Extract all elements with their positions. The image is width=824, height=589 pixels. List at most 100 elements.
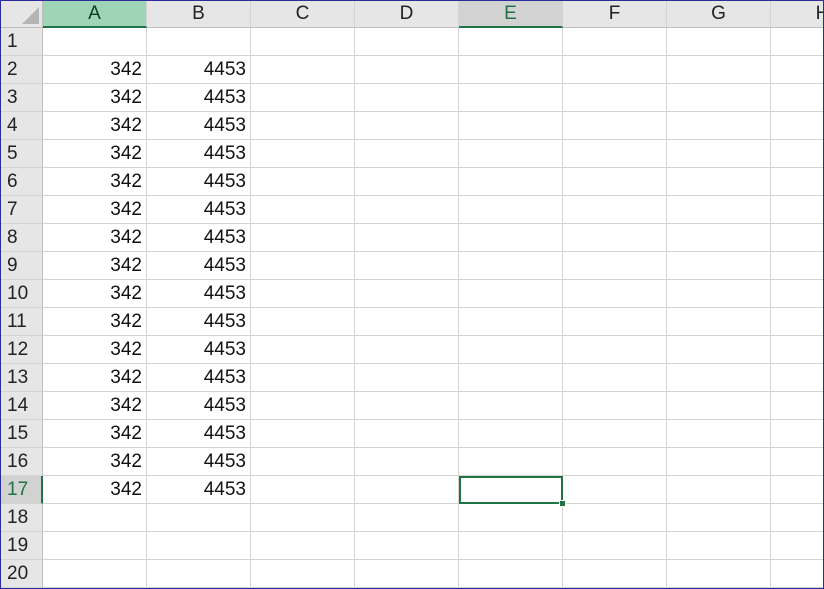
cell-d13[interactable] <box>355 364 459 392</box>
cell-a10[interactable]: 342 <box>43 280 147 308</box>
cell-e8[interactable] <box>459 224 563 252</box>
cell-f4[interactable] <box>563 112 667 140</box>
cell-h8[interactable] <box>771 224 823 252</box>
cell-d14[interactable] <box>355 392 459 420</box>
cell-d9[interactable] <box>355 252 459 280</box>
cell-h4[interactable] <box>771 112 823 140</box>
cell-f14[interactable] <box>563 392 667 420</box>
cell-b1[interactable] <box>147 28 251 56</box>
cell-b8[interactable]: 4453 <box>147 224 251 252</box>
row-header-11[interactable]: 11 <box>1 308 43 336</box>
row-header-1[interactable]: 1 <box>1 28 43 56</box>
cell-h9[interactable] <box>771 252 823 280</box>
cell-a19[interactable] <box>43 532 147 560</box>
cell-f19[interactable] <box>563 532 667 560</box>
cell-b18[interactable] <box>147 504 251 532</box>
cell-b20[interactable] <box>147 560 251 588</box>
cell-c19[interactable] <box>251 532 355 560</box>
cell-g18[interactable] <box>667 504 771 532</box>
cell-b11[interactable]: 4453 <box>147 308 251 336</box>
cell-a9[interactable]: 342 <box>43 252 147 280</box>
cell-f11[interactable] <box>563 308 667 336</box>
row-header-4[interactable]: 4 <box>1 112 43 140</box>
cell-a2[interactable]: 342 <box>43 56 147 84</box>
cell-e6[interactable] <box>459 168 563 196</box>
cell-d16[interactable] <box>355 448 459 476</box>
cell-d18[interactable] <box>355 504 459 532</box>
cell-c15[interactable] <box>251 420 355 448</box>
cell-b7[interactable]: 4453 <box>147 196 251 224</box>
cell-e12[interactable] <box>459 336 563 364</box>
cell-a1[interactable] <box>43 28 147 56</box>
row-header-13[interactable]: 13 <box>1 364 43 392</box>
cell-a5[interactable]: 342 <box>43 140 147 168</box>
cell-a4[interactable]: 342 <box>43 112 147 140</box>
cell-a12[interactable]: 342 <box>43 336 147 364</box>
row-header-12[interactable]: 12 <box>1 336 43 364</box>
row-header-15[interactable]: 15 <box>1 420 43 448</box>
cell-e10[interactable] <box>459 280 563 308</box>
column-header-d[interactable]: D <box>355 1 459 28</box>
cell-g2[interactable] <box>667 56 771 84</box>
cell-f3[interactable] <box>563 84 667 112</box>
cell-e17[interactable] <box>459 476 566 507</box>
cell-b16[interactable]: 4453 <box>147 448 251 476</box>
cell-h1[interactable] <box>771 28 823 56</box>
cell-f16[interactable] <box>563 448 667 476</box>
cell-f5[interactable] <box>563 140 667 168</box>
cell-a17[interactable]: 342 <box>43 476 147 504</box>
cell-a14[interactable]: 342 <box>43 392 147 420</box>
cell-a8[interactable]: 342 <box>43 224 147 252</box>
cell-d8[interactable] <box>355 224 459 252</box>
cell-b5[interactable]: 4453 <box>147 140 251 168</box>
cell-c7[interactable] <box>251 196 355 224</box>
cell-h2[interactable] <box>771 56 823 84</box>
cell-g5[interactable] <box>667 140 771 168</box>
row-header-17[interactable]: 17 <box>1 476 43 504</box>
cell-b2[interactable]: 4453 <box>147 56 251 84</box>
cell-b12[interactable]: 4453 <box>147 336 251 364</box>
cell-c14[interactable] <box>251 392 355 420</box>
cell-g19[interactable] <box>667 532 771 560</box>
cell-e18[interactable] <box>459 504 563 532</box>
cell-g20[interactable] <box>667 560 771 588</box>
cell-f2[interactable] <box>563 56 667 84</box>
cell-f8[interactable] <box>563 224 667 252</box>
cell-h13[interactable] <box>771 364 823 392</box>
cell-c12[interactable] <box>251 336 355 364</box>
row-header-10[interactable]: 10 <box>1 280 43 308</box>
cell-h3[interactable] <box>771 84 823 112</box>
cell-c16[interactable] <box>251 448 355 476</box>
column-header-c[interactable]: C <box>251 1 355 28</box>
cell-c17[interactable] <box>251 476 355 504</box>
cell-g12[interactable] <box>667 336 771 364</box>
cell-f10[interactable] <box>563 280 667 308</box>
cell-c5[interactable] <box>251 140 355 168</box>
cell-f13[interactable] <box>563 364 667 392</box>
cell-a11[interactable]: 342 <box>43 308 147 336</box>
column-header-h[interactable]: H <box>771 1 823 28</box>
row-header-7[interactable]: 7 <box>1 196 43 224</box>
cell-f20[interactable] <box>563 560 667 588</box>
cell-f12[interactable] <box>563 336 667 364</box>
cell-b14[interactable]: 4453 <box>147 392 251 420</box>
cell-c2[interactable] <box>251 56 355 84</box>
cell-c9[interactable] <box>251 252 355 280</box>
cell-e1[interactable] <box>459 28 563 56</box>
cell-b9[interactable]: 4453 <box>147 252 251 280</box>
cell-g11[interactable] <box>667 308 771 336</box>
column-header-b[interactable]: B <box>147 1 251 28</box>
cell-a6[interactable]: 342 <box>43 168 147 196</box>
cell-b15[interactable]: 4453 <box>147 420 251 448</box>
cell-a7[interactable]: 342 <box>43 196 147 224</box>
cell-e20[interactable] <box>459 560 563 588</box>
cell-h15[interactable] <box>771 420 823 448</box>
cell-e16[interactable] <box>459 448 563 476</box>
cell-d6[interactable] <box>355 168 459 196</box>
cell-c8[interactable] <box>251 224 355 252</box>
row-header-8[interactable]: 8 <box>1 224 43 252</box>
cell-e13[interactable] <box>459 364 563 392</box>
cell-b6[interactable]: 4453 <box>147 168 251 196</box>
column-header-e[interactable]: E <box>459 1 563 28</box>
cell-d1[interactable] <box>355 28 459 56</box>
